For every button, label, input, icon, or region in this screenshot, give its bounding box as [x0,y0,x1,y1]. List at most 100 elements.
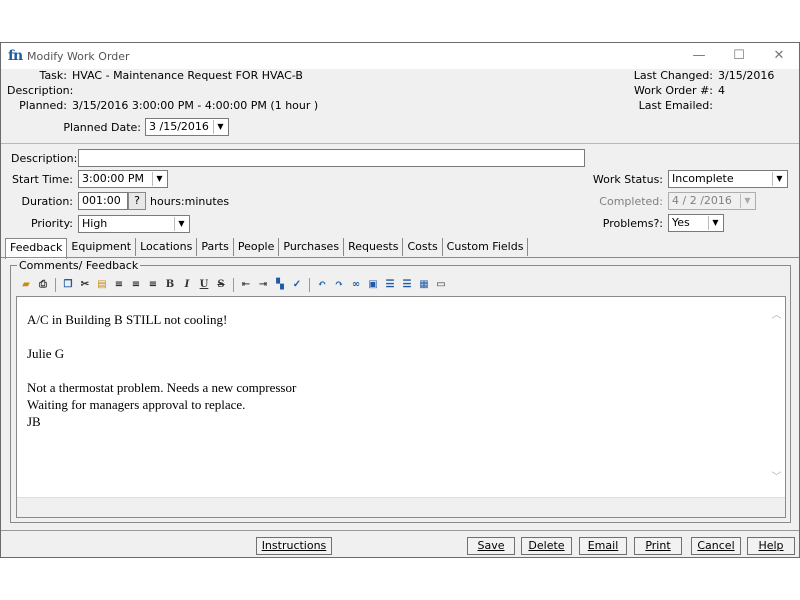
print-label: Print [645,539,671,552]
toolbar-divider [309,278,310,292]
numbered-list-icon[interactable]: ☰ [383,278,397,292]
table-icon[interactable]: ▦ [417,278,431,292]
duration-value: 001:00 [82,194,121,207]
undo-icon[interactable]: ↶ [315,278,329,292]
comment-line: JB [27,414,41,429]
app-logo-icon: fn [8,48,23,64]
task-value: HVAC - Maintenance Request FOR HVAC-B [72,69,303,82]
tab-requests[interactable]: Requests [344,238,404,256]
planned-date-label: Planned Date: [63,121,141,134]
instructions-button[interactable]: Instructions [256,537,332,555]
description-input[interactable] [78,149,585,167]
delete-button[interactable]: Delete [521,537,572,555]
cancel-button[interactable]: Cancel [691,537,741,555]
window-title: Modify Work Order [27,50,130,63]
link-icon[interactable]: ∞ [349,278,363,292]
work-status-select[interactable]: Incomplete ▼ [668,170,788,188]
redo-icon[interactable]: ↷ [332,278,346,292]
outdent-icon[interactable]: ⇤ [239,278,253,292]
work-order-label: Work Order #: [633,84,713,97]
work-status-label: Work Status: [592,173,663,186]
completed-date-field: 4 / 2 /2016 ▼ [668,192,756,210]
print-icon[interactable]: ⎙ [36,278,50,292]
completed-value: 4 / 2 /2016 [672,194,732,207]
italic-icon[interactable]: I [180,278,194,292]
comments-text: A/C in Building B STILL not cooling! Jul… [27,311,296,430]
duration-help-button[interactable]: ? [128,192,146,210]
planned-date-field[interactable]: 3 /15/2016 ▼ [145,118,229,136]
priority-select[interactable]: High ▼ [78,215,190,233]
print-button[interactable]: Print [634,537,682,555]
duration-input[interactable]: 001:00 [78,192,128,210]
toolbar-divider [233,278,234,292]
toolbar-divider [55,278,56,292]
save-label: Save [477,539,505,552]
help-button[interactable]: Help [747,537,795,555]
tab-strip: Feedback Equipment Locations Parts Peopl… [5,238,529,259]
indent-icon[interactable]: ⇥ [256,278,270,292]
instructions-label: Instructions [261,539,327,552]
chevron-down-icon[interactable]: ﹀ [771,469,782,486]
duration-label: Duration: [21,195,73,208]
last-changed-label: Last Changed: [633,69,713,82]
tab-purchases[interactable]: Purchases [279,238,345,256]
email-button[interactable]: Email [579,537,627,555]
cancel-label: Cancel [697,539,735,552]
paste-icon[interactable]: ▤ [95,278,109,292]
horizontal-scrollbar[interactable] [17,497,785,517]
horizontal-rule-icon[interactable]: ▭ [434,278,448,292]
chevron-down-icon[interactable]: ▼ [708,216,722,230]
font-color-icon[interactable]: ▚ [273,278,287,292]
duration-unit: hours:minutes [150,195,230,208]
comment-line: Not a thermostat problem. Needs a new co… [27,380,297,395]
spellcheck-icon[interactable]: ✓ [290,278,304,292]
align-left-icon[interactable]: ≡ [112,278,126,292]
strikethrough-icon[interactable]: S [214,278,228,292]
editor-toolbar: ▰ ⎙ ❐ ✂ ▤ ≡ ≡ ≡ B I U S ⇤ ⇥ ▚ ✓ ↶ ↷ ∞ ▣ … [16,275,786,295]
close-button[interactable]: ✕ [759,46,799,66]
save-button[interactable]: Save [467,537,515,555]
open-folder-icon[interactable]: ▰ [19,278,33,292]
bold-icon[interactable]: B [163,278,177,292]
chevron-down-icon: ▼ [740,194,754,208]
maximize-button[interactable]: ☐ [719,46,759,66]
cut-icon[interactable]: ✂ [78,278,92,292]
start-time-select[interactable]: 3:00:00 PM ▼ [78,170,168,188]
comments-editor[interactable]: A/C in Building B STILL not cooling! Jul… [16,296,786,518]
align-center-icon[interactable]: ≡ [129,278,143,292]
problems-select[interactable]: Yes ▼ [668,214,724,232]
problems-label: Problems?: [602,217,663,230]
bullet-list-icon[interactable]: ☰ [400,278,414,292]
start-time-value: 3:00:00 PM [82,172,145,185]
tab-feedback[interactable]: Feedback [5,238,68,259]
image-icon[interactable]: ▣ [366,278,380,292]
underline-icon[interactable]: U [197,278,211,292]
tab-people[interactable]: People [234,238,280,256]
minimize-button[interactable]: — [679,46,719,66]
vertical-scrollbar[interactable]: ︿ ﹀ [768,297,785,497]
footer-separator [1,530,799,531]
planned-date-value: 3 /15/2016 [149,120,209,133]
tab-costs[interactable]: Costs [403,238,443,256]
chevron-down-icon[interactable]: ▼ [772,172,786,186]
tab-locations[interactable]: Locations [136,238,198,256]
tab-baseline [1,257,799,258]
last-changed-value: 3/15/2016 [718,69,775,82]
chevron-up-icon[interactable]: ︿ [771,307,782,324]
tab-parts[interactable]: Parts [197,238,234,256]
priority-label: Priority: [30,217,73,230]
align-right-icon[interactable]: ≡ [146,278,160,292]
description-header-label: Description: [7,84,74,97]
chevron-down-icon[interactable]: ▼ [152,172,166,186]
work-order-value: 4 [718,84,725,97]
comment-line: A/C in Building B STILL not cooling! [27,312,228,327]
planned-label: Planned: [19,99,67,112]
copy-icon[interactable]: ❐ [61,278,75,292]
start-time-label: Start Time: [12,173,73,186]
chevron-down-icon[interactable]: ▼ [213,120,227,134]
delete-label: Delete [528,539,565,552]
tab-equipment[interactable]: Equipment [67,238,137,256]
tab-custom-fields[interactable]: Custom Fields [443,238,529,256]
problems-value: Yes [672,216,690,229]
chevron-down-icon[interactable]: ▼ [174,217,188,231]
